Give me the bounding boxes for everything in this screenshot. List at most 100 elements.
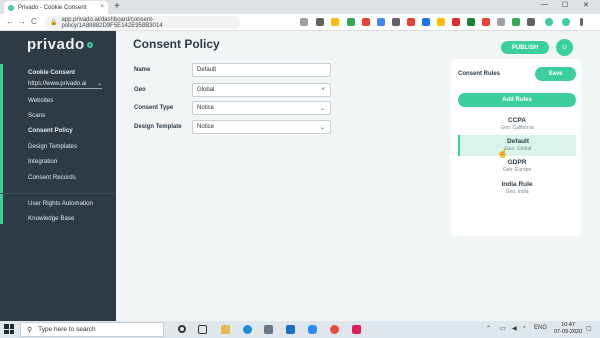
rule-geo: Geo: Global [504,146,532,152]
browser-menu-icon[interactable] [580,18,583,26]
sidebar-item-consent-policy[interactable]: Consent Policy [28,127,73,134]
user-avatar[interactable]: U [556,39,573,56]
consent-rules-title: Consent Rules [458,71,501,77]
geo-value: Global [197,87,215,93]
sidebar-divider [0,193,116,194]
page-title: Consent Policy [133,37,220,51]
consent-type-value: Notice [197,105,215,111]
reload-icon[interactable]: C [31,17,37,26]
minimize-icon[interactable]: — [541,1,548,8]
geo-select[interactable]: Global × [192,83,331,97]
back-icon[interactable]: ← [6,17,14,26]
url-input[interactable]: 🔒 app.privado.ai/dashboard/consent-polic… [44,16,240,29]
chevron-down-icon: ⌄ [319,125,325,131]
extension-icon[interactable] [467,18,475,26]
wifi-icon[interactable]: ◔ [522,325,526,331]
extension-icon[interactable] [527,18,535,26]
rule-name: GDPR [507,159,527,166]
sidebar: privado Cookie Consent https://www.priva… [0,31,116,321]
mail-icon[interactable] [286,325,295,334]
rule-item-gdpr[interactable]: GDPR Geo: Europe [458,156,576,177]
rule-name: India Rule [501,181,533,188]
rule-item-ccpa[interactable]: CCPA Geo: California [458,114,576,135]
tab-close-icon[interactable]: × [100,4,104,10]
close-window-icon[interactable]: ✕ [583,1,589,9]
sidebar-item-scans[interactable]: Scans [28,112,45,119]
privado-logo[interactable]: privado [27,36,93,53]
slack-icon[interactable] [352,325,361,334]
sidebar-section-cookie-consent[interactable]: Cookie Consent [28,69,75,76]
sidebar-item-websites[interactable]: Websites [28,97,53,104]
sidebar-item-consent-records[interactable]: Consent Records [28,174,76,181]
extension-icon[interactable] [347,18,355,26]
volume-icon[interactable]: ◀ [512,325,517,332]
extension-icon[interactable] [452,18,460,26]
rule-geo: Geo: India [505,189,529,195]
consent-type-select[interactable]: Notice ⌄ [192,101,331,115]
add-rules-button[interactable]: Add Rules [458,93,576,107]
clock[interactable]: 10:47 07-09-2020 [554,322,582,336]
browser-tab-bar: Privado - Cookie Consent × + — ☐ ✕ [0,0,600,14]
file-explorer-icon[interactable] [221,325,230,334]
windows-start-icon[interactable] [4,324,14,334]
forward-icon[interactable]: → [18,17,26,26]
sidebar-item-user-rights-automation[interactable]: User Rights Automation [28,200,93,207]
design-template-label: Design Template [134,124,182,130]
browser-address-bar: ← → C 🔒 app.privado.ai/dashboard/consent… [0,14,600,31]
task-view-icon[interactable] [198,325,207,334]
extension-icon[interactable] [422,18,430,26]
save-button[interactable]: Save [535,67,576,81]
extension-icon[interactable] [377,18,385,26]
key-icon[interactable] [316,18,324,26]
chrome-icon[interactable] [330,325,339,334]
extension-icon[interactable] [482,18,490,26]
clear-icon[interactable]: × [321,87,325,93]
store-icon[interactable] [264,325,273,334]
extension-icon[interactable] [497,18,505,26]
maximize-icon[interactable]: ☐ [562,1,568,9]
design-template-select[interactable]: Notice ⌄ [192,120,331,134]
cortana-icon[interactable] [178,325,186,333]
notification-icon[interactable]: ▢ [586,325,592,332]
sidebar-item-integration[interactable]: Integration [28,158,57,165]
extension-icon[interactable] [300,18,308,26]
lock-icon: 🔒 [50,20,58,26]
clock-date: 07-09-2020 [554,329,583,335]
logo-text: privado [27,36,85,53]
profile-avatar-icon[interactable] [545,18,553,26]
design-template-value: Notice [197,124,215,130]
chevron-down-icon: ⌄ [319,106,325,112]
url-text: app.privado.ai/dashboard/consent-policy/… [61,16,163,29]
rule-name: Default [506,138,530,145]
extension-icon[interactable] [437,18,445,26]
extension-icon[interactable] [512,18,520,26]
windows-taskbar: ⚲ Type here to search ⌃ ▭ ◀ ◔ ENG 10:47 … [0,321,600,338]
domain-select[interactable]: https://www.privado.ai ⌄ [28,81,102,89]
tray-chevron-icon[interactable]: ⌃ [486,325,491,332]
extension-icon[interactable] [362,18,370,26]
rule-item-default[interactable]: Default Geo: Global [458,135,576,156]
extension-icon[interactable] [392,18,400,26]
new-tab-button[interactable]: + [114,1,120,12]
extension-icon[interactable] [407,18,415,26]
chevron-down-icon: ⌄ [96,81,102,87]
browser-tab[interactable]: Privado - Cookie Consent × [4,1,108,14]
bookmark-star-icon[interactable] [331,18,339,26]
rule-item-india-rule[interactable]: India Rule Geo: India [458,178,576,199]
name-input[interactable]: Default [192,63,331,77]
profile-avatar-icon[interactable] [562,18,570,26]
taskbar-search-input[interactable]: ⚲ Type here to search [20,322,164,337]
rule-geo: Geo: Europe [502,167,532,173]
rule-geo: Geo: California [500,125,534,131]
sidebar-item-knowledge-base[interactable]: Knowledge Base [28,215,74,222]
edge-icon[interactable] [243,325,252,334]
network-icon[interactable]: ▭ [500,325,506,332]
consent-rules-panel: Consent Rules Save Add Rules CCPA Geo: C… [451,59,581,236]
language-indicator[interactable]: ENG [534,325,547,331]
sidebar-item-design-templates[interactable]: Design Templates [28,143,77,150]
consent-type-label: Consent Type [134,105,174,111]
rule-name: CCPA [508,117,526,124]
publish-button[interactable]: PUBLISH [501,41,549,54]
zoom-icon[interactable] [308,325,317,334]
search-placeholder: Type here to search [38,326,96,333]
